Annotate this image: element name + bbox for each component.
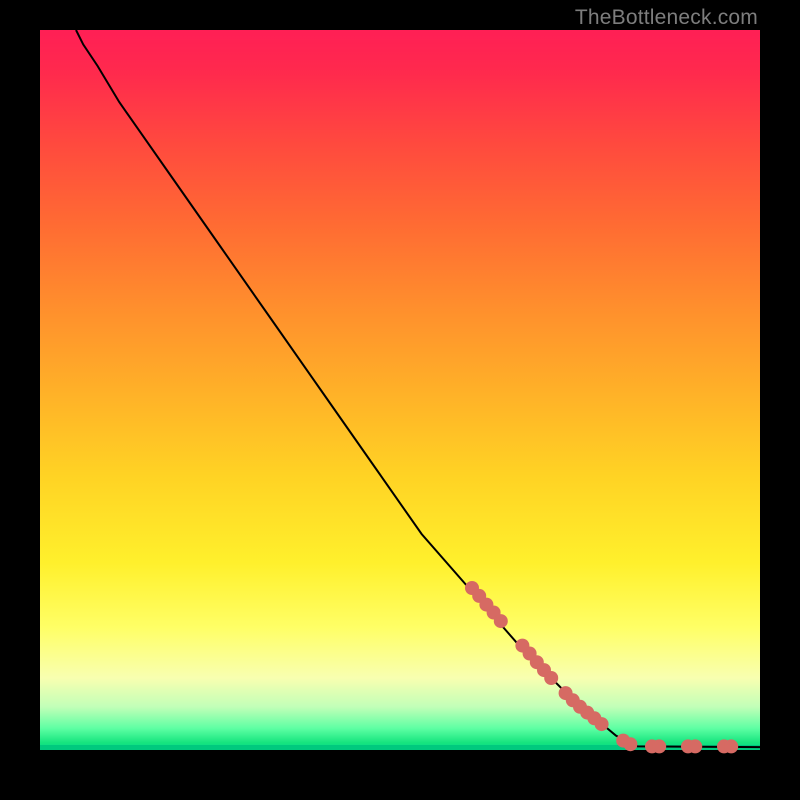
chart-frame: TheBottleneck.com bbox=[0, 0, 800, 800]
chart-svg bbox=[40, 30, 760, 750]
data-point bbox=[544, 671, 558, 685]
data-point bbox=[688, 739, 702, 753]
data-point bbox=[595, 717, 609, 731]
data-point bbox=[652, 739, 666, 753]
data-point bbox=[724, 739, 738, 753]
watermark-text: TheBottleneck.com bbox=[575, 6, 758, 30]
data-point bbox=[623, 737, 637, 751]
data-points-group bbox=[465, 581, 738, 753]
bottleneck-curve bbox=[76, 30, 760, 747]
plot-area bbox=[40, 30, 760, 750]
data-point bbox=[494, 614, 508, 628]
